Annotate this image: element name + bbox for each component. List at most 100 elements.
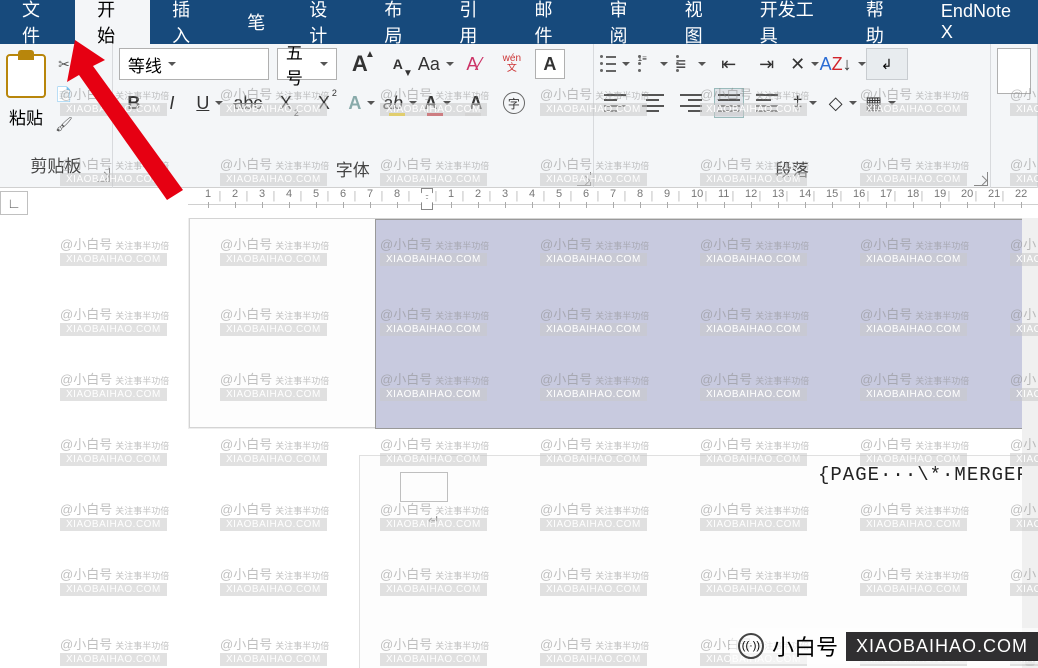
- highlight-button[interactable]: ab: [385, 88, 415, 118]
- brand-name: 小白号: [772, 630, 838, 662]
- tab-selector[interactable]: ∟: [0, 191, 28, 215]
- clipboard-launcher[interactable]: [96, 168, 110, 182]
- phonetic-guide-button[interactable]: wén文: [497, 49, 527, 79]
- align-justify-button[interactable]: [714, 88, 744, 118]
- tab-design[interactable]: 设计: [287, 0, 362, 44]
- paste-button[interactable]: 粘贴: [6, 50, 46, 156]
- font-size-select[interactable]: 五号: [277, 48, 337, 80]
- tab-endnote[interactable]: EndNote X: [919, 0, 1038, 44]
- align-center-button[interactable]: [638, 88, 668, 118]
- font-color-button[interactable]: A: [423, 88, 453, 118]
- indent-increase-button[interactable]: ⇥: [752, 49, 782, 79]
- selected-image[interactable]: [375, 219, 1038, 429]
- group-label-paragraph: 段落: [594, 160, 990, 188]
- tab-view[interactable]: 视图: [663, 0, 738, 44]
- line-spacing-button[interactable]: ‡: [790, 88, 820, 118]
- document-area[interactable]: ↵ {PAGE···\*·MERGEFO: [0, 218, 1038, 668]
- ruler-tick: 16: [853, 188, 865, 200]
- tab-insert[interactable]: 插入: [150, 0, 225, 44]
- text-effects-button[interactable]: A: [347, 88, 377, 118]
- indent-marker[interactable]: [421, 188, 433, 210]
- ruler-tick: 6: [583, 188, 589, 200]
- align-distribute-button[interactable]: [752, 88, 782, 118]
- copy-button[interactable]: 📄: [52, 82, 76, 106]
- menu-bar: 文件 开始 插入 笔 设计 布局 引用 邮件 审阅 视图 开发工具 帮助 End…: [0, 0, 1038, 44]
- ruler-tick: 1: [448, 188, 454, 200]
- character-border-button[interactable]: A: [535, 49, 565, 79]
- ribbon: 粘贴 ✂ 📄 🖌 剪贴板 等线 五号 A▲ A▼ Aa A⁄ wén文 A: [0, 44, 1038, 188]
- tab-devtools[interactable]: 开发工具: [738, 0, 844, 44]
- watermark-brand: ((·)) 小白号 XIAOBAIHAO.COM: [730, 628, 1038, 664]
- show-marks-button[interactable]: ↲: [866, 48, 908, 80]
- align-left-button[interactable]: [600, 88, 630, 118]
- group-label-clipboard: 剪贴板: [0, 156, 112, 184]
- superscript-button[interactable]: X2: [309, 88, 339, 118]
- align-right-button[interactable]: [676, 88, 706, 118]
- ruler-tick: 20: [961, 188, 973, 200]
- asian-layout-button[interactable]: ✕: [790, 49, 820, 79]
- char-shading-button[interactable]: A: [461, 88, 491, 118]
- shrink-font-button[interactable]: A▼: [383, 49, 413, 79]
- change-case-button[interactable]: Aa: [421, 49, 451, 79]
- italic-button[interactable]: I: [157, 88, 187, 118]
- ruler-tick: 7: [367, 188, 373, 200]
- ruler-tick: 17: [880, 188, 892, 200]
- ruler-tick: 14: [799, 188, 811, 200]
- page-field-code[interactable]: {PAGE···\*·MERGEFO: [818, 464, 1038, 486]
- grow-font-button[interactable]: A▲: [345, 49, 375, 79]
- indent-decrease-button[interactable]: ⇤: [714, 49, 744, 79]
- ruler-tick: 8: [637, 188, 643, 200]
- ruler-tick: 12: [745, 188, 757, 200]
- tab-mail[interactable]: 邮件: [512, 0, 587, 44]
- tab-pen[interactable]: 笔: [225, 0, 287, 44]
- ruler-tick: 2: [475, 188, 481, 200]
- ruler-tick: 2: [232, 188, 238, 200]
- format-painter-button[interactable]: 🖌: [52, 112, 76, 136]
- subscript-button[interactable]: X2: [271, 88, 301, 118]
- enclose-char-button[interactable]: 字: [499, 88, 529, 118]
- underline-button[interactable]: U: [195, 88, 225, 118]
- paragraph-launcher[interactable]: [974, 172, 988, 186]
- shading-button[interactable]: ◇: [828, 88, 858, 118]
- page-1: [189, 218, 1038, 428]
- ruler-tick: 1: [205, 188, 211, 200]
- ruler-tick: 5: [313, 188, 319, 200]
- bold-button[interactable]: B: [119, 88, 149, 118]
- cut-button[interactable]: ✂: [52, 52, 76, 76]
- ruler[interactable]: ∟ 8|7|6|5|4|3|2|1|1|2|3|4|5|6|7|8|9|10|1…: [0, 188, 1038, 218]
- ruler-tick: 4: [529, 188, 535, 200]
- ruler-tick: 3: [259, 188, 265, 200]
- tab-references[interactable]: 引用: [437, 0, 512, 44]
- ruler-tick: 10: [691, 188, 703, 200]
- tab-layout[interactable]: 布局: [362, 0, 437, 44]
- tab-help[interactable]: 帮助: [844, 0, 919, 44]
- tab-home[interactable]: 开始: [75, 0, 150, 44]
- clear-format-button[interactable]: A⁄: [459, 49, 489, 79]
- clipboard-icon: [6, 54, 46, 98]
- group-paragraph: 1≡ ≡ ⇤ ⇥ ✕ AZ↓ ↲ ‡ ◇ ▦ 段落: [594, 44, 991, 188]
- font-name-select[interactable]: 等线: [119, 48, 269, 80]
- group-clipboard: 粘贴 ✂ 📄 🖌 剪贴板: [0, 44, 113, 188]
- ruler-tick: 15: [826, 188, 838, 200]
- font-launcher[interactable]: [577, 172, 591, 186]
- style-gallery-item[interactable]: [997, 48, 1031, 94]
- ruler-tick: 13: [772, 188, 784, 200]
- bullets-button[interactable]: [600, 49, 630, 79]
- tab-file[interactable]: 文件: [0, 0, 75, 44]
- ruler-tick: 7: [610, 188, 616, 200]
- group-font: 等线 五号 A▲ A▼ Aa A⁄ wén文 A B I U abc X2 X2…: [113, 44, 594, 188]
- multilevel-list-button[interactable]: ≡: [676, 49, 706, 79]
- strikethrough-button[interactable]: abc: [233, 88, 263, 118]
- ruler-tick: 9: [664, 188, 670, 200]
- paste-label: 粘贴: [9, 104, 43, 129]
- ruler-tick: 22: [1015, 188, 1027, 200]
- numbering-button[interactable]: 1≡: [638, 49, 668, 79]
- vertical-scrollbar[interactable]: [1022, 218, 1038, 668]
- ruler-tick: 8: [394, 188, 400, 200]
- borders-button[interactable]: ▦: [866, 88, 896, 118]
- group-label-font: 字体: [113, 160, 593, 188]
- tab-review[interactable]: 审阅: [588, 0, 663, 44]
- text-frame[interactable]: [400, 472, 448, 502]
- group-styles-partial: [991, 44, 1038, 188]
- sort-button[interactable]: AZ↓: [828, 49, 858, 79]
